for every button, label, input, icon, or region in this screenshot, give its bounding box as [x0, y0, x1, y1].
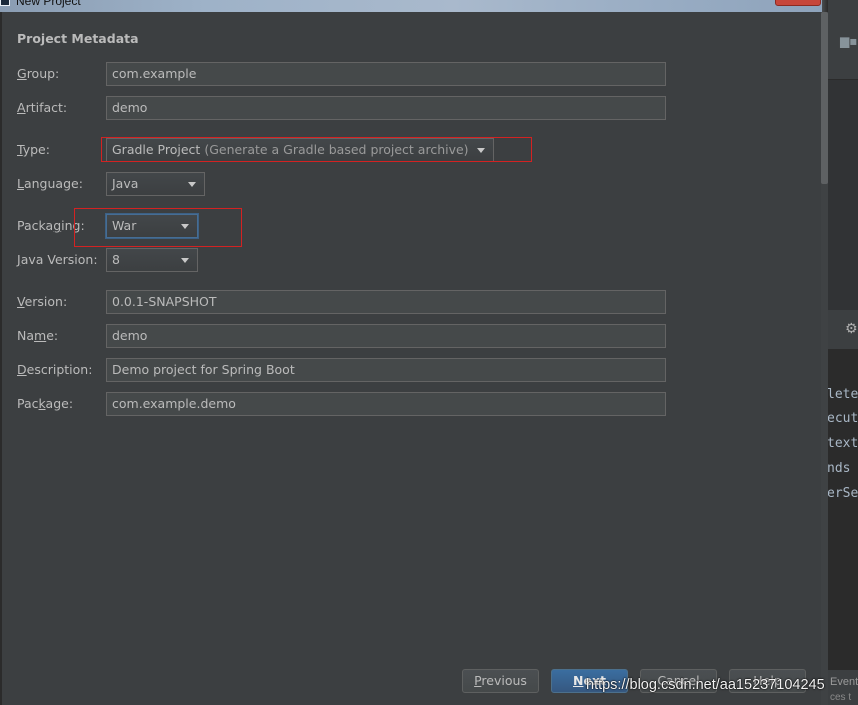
close-icon[interactable] — [775, 0, 821, 6]
chevron-down-icon — [181, 258, 189, 263]
background-console: lete ecut text nds erSe — [828, 350, 858, 670]
previous-button[interactable]: Previous — [462, 669, 539, 693]
background-status-area: Event ces t — [828, 670, 858, 705]
folder-icon: ▆▪ — [840, 34, 858, 48]
console-line: ecut — [828, 411, 858, 426]
java-version-dropdown[interactable]: 8 — [106, 248, 198, 272]
background-project-panel: ▆▪ — [828, 0, 858, 80]
console-line: nds — [828, 461, 851, 476]
packaging-label: Packaging: — [17, 218, 85, 233]
type-label: Type: — [17, 142, 50, 157]
language-dropdown[interactable]: Java — [106, 172, 205, 196]
chevron-down-icon — [188, 182, 196, 187]
console-line: erSe — [828, 486, 858, 501]
group-label: Group: — [17, 66, 60, 81]
artifact-label: Artifact: — [17, 100, 68, 115]
section-title: Project Metadata — [17, 31, 139, 46]
background-ide-window: ▆▪ ⚙ lete ecut text nds erSe Event ces t — [828, 0, 858, 705]
type-selected-description: (Generate a Gradle based project archive… — [204, 142, 469, 157]
event-log-label: Event — [830, 676, 858, 688]
description-field[interactable]: Demo project for Spring Boot — [106, 358, 666, 382]
version-label: Version: — [17, 294, 68, 309]
watermark-url: https://blog.csdn.net/aa15237104245 — [586, 677, 825, 693]
java-version-selected-value: 8 — [112, 252, 120, 267]
description-label: Description: — [17, 362, 93, 377]
version-field[interactable]: 0.0.1-SNAPSHOT — [106, 290, 666, 314]
dialog-title: New Project — [16, 0, 81, 8]
type-dropdown[interactable]: Gradle Project (Generate a Gradle based … — [106, 138, 494, 162]
type-selected-value: Gradle Project — [112, 142, 201, 157]
console-line: lete — [828, 387, 858, 402]
group-field[interactable]: com.example — [106, 62, 666, 86]
name-field[interactable]: demo — [106, 324, 666, 348]
package-label: Package: — [17, 396, 74, 411]
app-icon — [0, 0, 10, 6]
background-status-text: ces t — [830, 692, 852, 703]
background-empty-area — [828, 80, 858, 310]
language-selected-value: Java — [112, 176, 139, 191]
dialog-scrollbar[interactable] — [821, 12, 828, 705]
dialog-left-border — [0, 12, 2, 705]
packaging-dropdown[interactable]: War — [106, 214, 198, 238]
chevron-down-icon — [477, 148, 485, 153]
java-version-label: Java Version: — [17, 252, 98, 267]
scrollbar-thumb[interactable] — [821, 12, 828, 184]
background-toolbar: ⚙ — [828, 310, 858, 350]
language-label: Language: — [17, 176, 83, 191]
gear-icon: ⚙ — [845, 321, 858, 337]
packaging-selected-value: War — [112, 218, 137, 233]
package-field[interactable]: com.example.demo — [106, 392, 666, 416]
dialog-title-bar: New Project — [0, 0, 826, 12]
artifact-field[interactable]: demo — [106, 96, 666, 120]
chevron-down-icon — [181, 224, 189, 229]
console-line: text — [828, 436, 858, 451]
name-label: Name: — [17, 328, 59, 343]
